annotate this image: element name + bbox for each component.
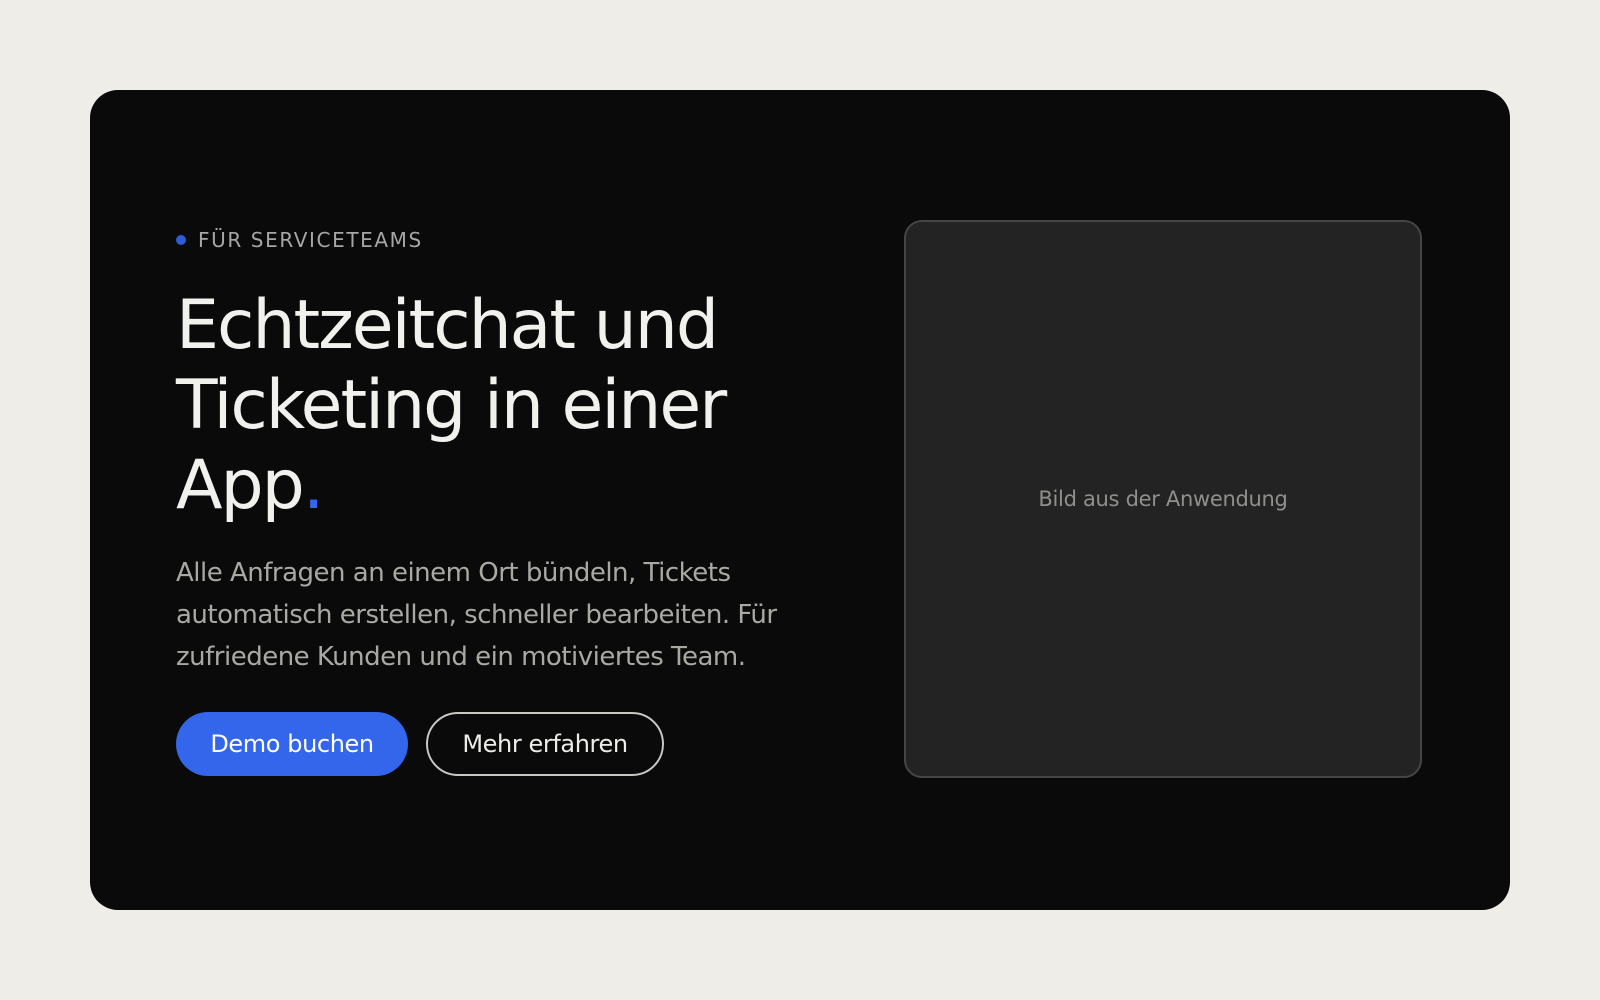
- eyebrow-label: FÜR SERVICETEAMS: [198, 228, 423, 252]
- eyebrow: FÜR SERVICETEAMS: [176, 226, 816, 254]
- learn-more-button[interactable]: Mehr erfahren: [426, 712, 664, 776]
- headline: Echtzeitchat und Ticketing in einer App.: [176, 286, 796, 526]
- image-placeholder-label: Bild aus der Anwendung: [1038, 487, 1288, 511]
- headline-line-3: App: [176, 446, 305, 525]
- hero-actions: Demo buchen Mehr erfahren: [176, 712, 816, 776]
- headline-accent-period: .: [302, 446, 325, 525]
- hero-description: Alle Anfragen an einem Ort bündeln, Tick…: [176, 558, 777, 672]
- headline-line-2: Ticketing in einer: [176, 366, 727, 445]
- hero-content: FÜR SERVICETEAMS Echtzeitchat und Ticket…: [176, 226, 816, 776]
- headline-line-1: Echtzeitchat und: [176, 286, 719, 365]
- demo-button[interactable]: Demo buchen: [176, 712, 408, 776]
- dot-icon: [176, 235, 186, 245]
- app-image-placeholder: Bild aus der Anwendung: [904, 220, 1422, 778]
- hero-card: FÜR SERVICETEAMS Echtzeitchat und Ticket…: [90, 90, 1510, 910]
